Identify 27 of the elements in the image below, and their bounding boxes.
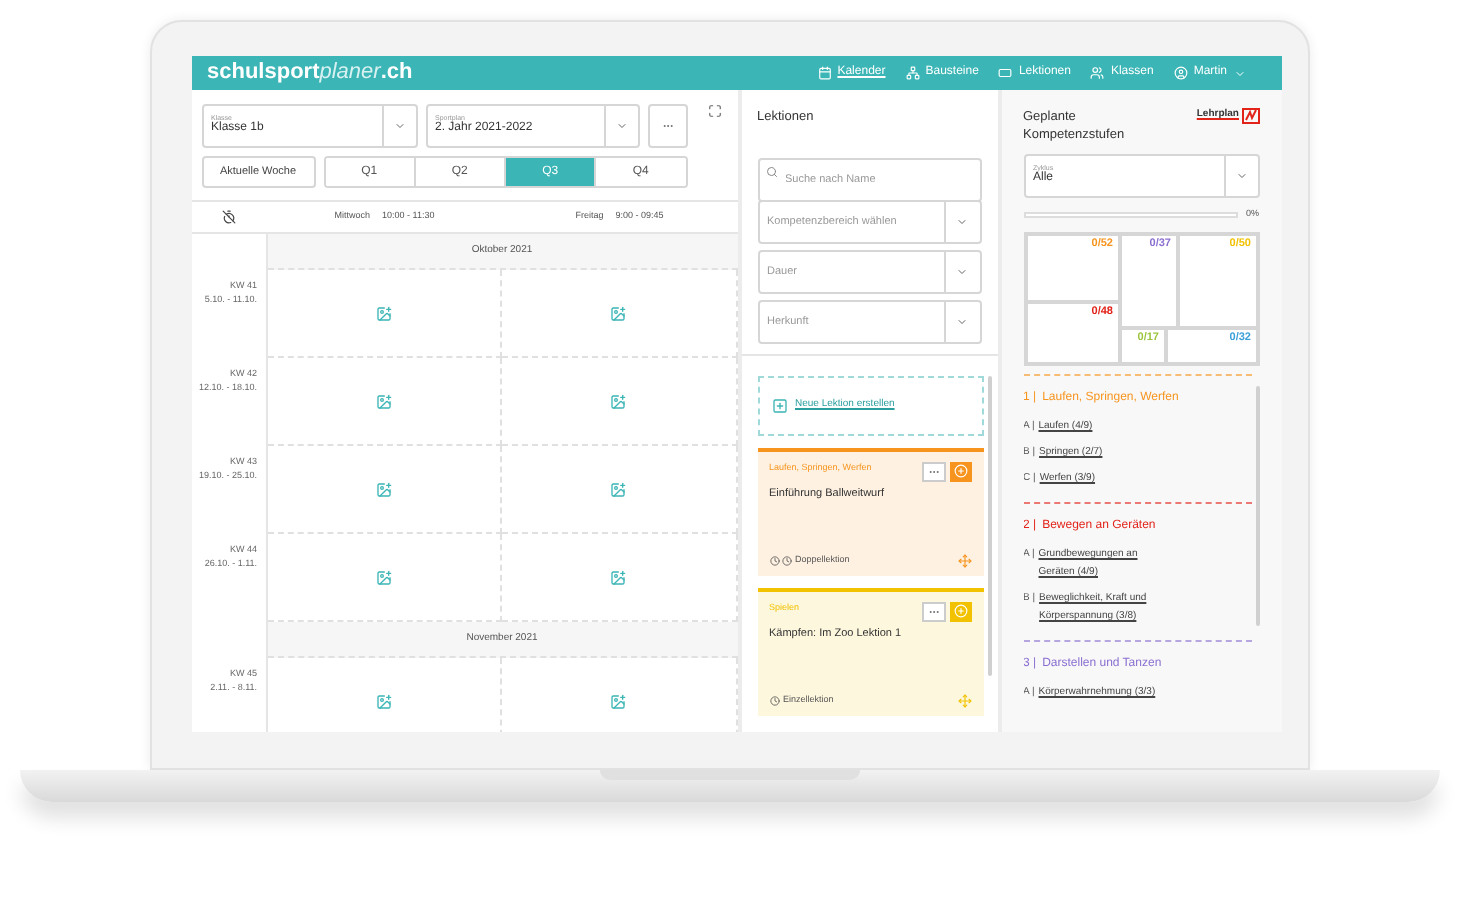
chevron-down-icon xyxy=(956,315,968,328)
plus-circle-icon xyxy=(953,464,967,479)
scrollbar[interactable] xyxy=(987,375,991,676)
move-icon[interactable] xyxy=(957,553,971,568)
hierarchy-icon xyxy=(905,66,920,80)
chevron-down-icon xyxy=(956,215,968,228)
calendar-icon xyxy=(817,66,832,80)
chevron-down-icon xyxy=(615,120,627,132)
users-icon xyxy=(1090,66,1105,80)
plus-circle-icon xyxy=(953,604,967,619)
move-icon[interactable] xyxy=(957,693,971,708)
chevron-down-icon xyxy=(956,265,968,278)
logo-icon xyxy=(1241,108,1259,124)
rectangle-icon xyxy=(998,66,1013,80)
scrollbar[interactable] xyxy=(1255,385,1259,626)
card-more-button[interactable] xyxy=(921,461,945,482)
more-button[interactable] xyxy=(647,104,687,148)
search-icon xyxy=(765,165,777,178)
chevron-down-icon xyxy=(393,120,405,132)
card-add-button[interactable] xyxy=(949,461,971,482)
logo-text[interactable]: schulsportplaner.ch xyxy=(207,62,413,84)
chevron-down-icon xyxy=(1235,170,1247,182)
fullscreen-icon[interactable] xyxy=(707,104,721,118)
chevron-down-icon xyxy=(1233,67,1245,79)
card-add-button[interactable] xyxy=(949,601,971,622)
user-icon xyxy=(1173,66,1188,80)
card-more-button[interactable] xyxy=(921,601,945,622)
